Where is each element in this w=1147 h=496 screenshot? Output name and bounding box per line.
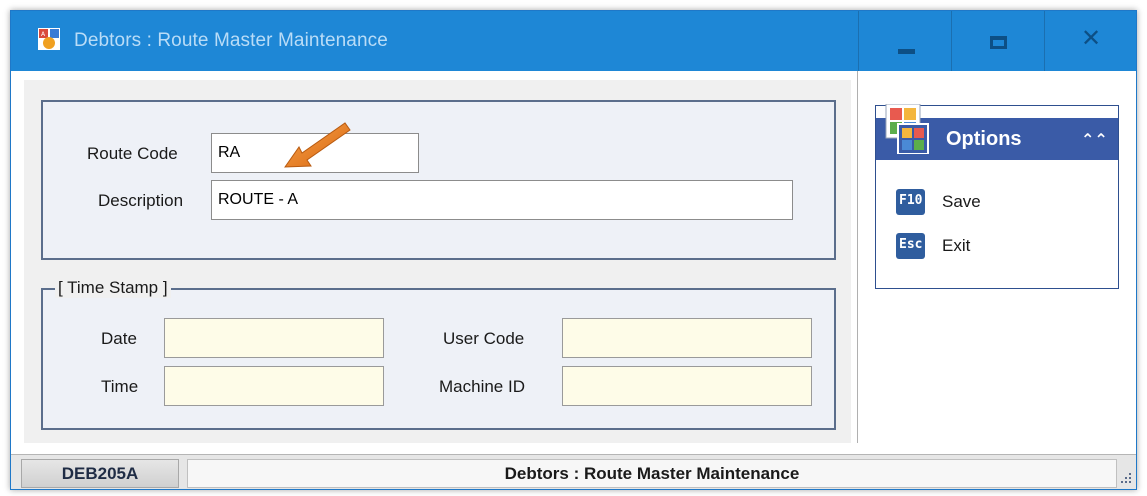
route-code-label: Route Code xyxy=(87,144,178,163)
options-panel: Options ⌃⌃ F10 Save Esc Exit xyxy=(875,104,1119,289)
description-label: Description xyxy=(98,191,184,210)
maximize-button[interactable] xyxy=(951,11,1044,71)
time-label: Time xyxy=(101,377,139,396)
application-window: A Debtors : Route Master Maintenance ✕ R… xyxy=(10,10,1137,490)
machine-id-label: Machine ID xyxy=(439,377,525,396)
status-bar: DEB205A Debtors : Route Master Maintenan… xyxy=(11,454,1136,489)
time-stamp-legend: [ Time Stamp ] xyxy=(55,278,171,298)
app-icon: A xyxy=(38,28,60,50)
annotation-arrow-icon xyxy=(284,122,351,168)
double-chevron-up-icon[interactable]: ⌃⌃ xyxy=(1081,130,1108,150)
status-program-code: DEB205A xyxy=(21,459,179,488)
minimize-button[interactable] xyxy=(858,11,951,71)
time-field[interactable] xyxy=(164,366,384,406)
minimize-icon xyxy=(898,49,915,54)
close-button[interactable]: ✕ xyxy=(1044,11,1136,71)
route-details-panel: Route Code RA Description ROUTE - A xyxy=(41,100,836,260)
option-save-label: Save xyxy=(942,192,981,211)
form-area: Route Code RA Description ROUTE - A [ Ti… xyxy=(24,80,851,443)
options-grid-icon xyxy=(885,104,929,154)
title-bar[interactable]: A Debtors : Route Master Maintenance ✕ xyxy=(11,11,1136,71)
close-icon: ✕ xyxy=(1081,25,1102,52)
options-title: Options xyxy=(946,128,1022,150)
status-program-title: Debtors : Route Master Maintenance xyxy=(187,459,1117,488)
vertical-divider xyxy=(857,71,858,443)
date-field[interactable] xyxy=(164,318,384,358)
esc-key-icon: Esc xyxy=(896,233,926,259)
date-label: Date xyxy=(101,329,137,348)
description-input[interactable]: ROUTE - A xyxy=(211,180,793,220)
maximize-icon xyxy=(990,36,1007,49)
option-exit-label: Exit xyxy=(942,236,971,255)
client-area: Route Code RA Description ROUTE - A [ Ti… xyxy=(11,71,1136,489)
machine-id-field[interactable] xyxy=(562,366,812,406)
option-exit[interactable]: Esc Exit xyxy=(896,231,1106,261)
resize-grip-icon[interactable] xyxy=(1119,471,1133,485)
option-save[interactable]: F10 Save xyxy=(896,187,1106,217)
time-stamp-group: [ Time Stamp ] Date Time User Code Machi… xyxy=(41,278,836,430)
user-code-field[interactable] xyxy=(562,318,812,358)
f10-key-icon: F10 xyxy=(896,189,926,215)
window-title: Debtors : Route Master Maintenance xyxy=(74,30,388,51)
user-code-label: User Code xyxy=(443,329,525,348)
